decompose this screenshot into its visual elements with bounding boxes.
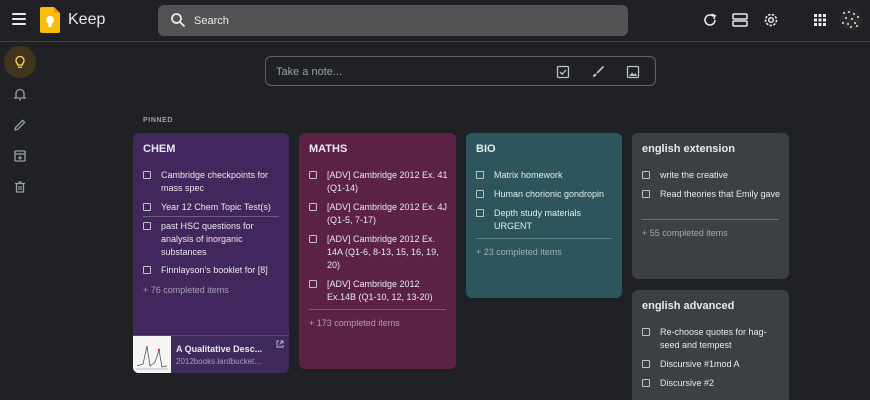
checkbox[interactable] (642, 190, 650, 198)
link-title: A Qualitative Desc... (176, 344, 263, 354)
checklist-item: Discursive #2 (642, 377, 781, 390)
search-input[interactable] (194, 11, 614, 30)
keep-logo-icon[interactable] (40, 7, 60, 33)
take-note-bar[interactable] (265, 56, 656, 86)
checklist-item: [ADV] Cambridge 2012 Ex. 4J (Q1-5, 7-17) (309, 201, 448, 227)
checklist-item-text: [ADV] Cambridge 2012 Ex.14B (Q1-10, 12, … (327, 279, 433, 302)
open-external-icon[interactable] (276, 340, 284, 348)
take-note-input[interactable] (276, 63, 536, 80)
note-title: CHEM (143, 143, 176, 155)
avatar[interactable] (840, 8, 862, 30)
checklist-item: Depth study materials URGENT (476, 207, 614, 233)
divider (642, 219, 779, 220)
checklist-item-text: [ADV] Cambridge 2012 Ex. 14A (Q1-6, 8-13… (327, 234, 439, 270)
checklist-item: past HSC questions for analysis of inorg… (143, 220, 281, 259)
completed-items-count[interactable]: + 173 completed items (309, 318, 400, 328)
sidebar-item-edit-labels[interactable] (4, 109, 36, 141)
checklist-item-text: Human chorionic gondropin (494, 189, 605, 199)
note-maths[interactable]: MATHS [ADV] Cambridge 2012 Ex. 41 (Q1-14… (299, 133, 456, 369)
pinned-section-label: PINNED (143, 117, 174, 124)
checkbox[interactable] (309, 280, 317, 288)
completed-items-count[interactable]: + 23 completed items (476, 247, 562, 257)
settings-icon[interactable] (762, 11, 780, 29)
checklist-item: [ADV] Cambridge 2012 Ex. 14A (Q1-6, 8-13… (309, 233, 448, 272)
checklist-item-text: Year 12 Chem Topic Test(s) (161, 202, 271, 212)
sidebar-item-trash[interactable] (4, 171, 36, 203)
note-english-advanced[interactable]: english advanced Re-choose quotes for ha… (632, 290, 789, 400)
link-preview-card[interactable]: A Qualitative Desc... 2012books.lardbuck… (133, 335, 289, 373)
image-icon[interactable] (626, 65, 640, 79)
checklist-item-text: [ADV] Cambridge 2012 Ex. 41 (Q1-14) (327, 170, 448, 193)
checkbox[interactable] (476, 209, 484, 217)
checklist-item: Year 12 Chem Topic Test(s) (143, 201, 281, 214)
checklist-item: Re-choose quotes for hag-seed and tempes… (642, 326, 781, 352)
checkbox[interactable] (642, 328, 650, 336)
search-bar[interactable] (158, 5, 628, 36)
checkbox[interactable] (143, 266, 151, 274)
checklist-item: Matrix homework (476, 169, 614, 182)
checklist-item: write the creative (642, 169, 781, 182)
checklist-item: Read theories that Emily gave (642, 188, 781, 201)
pencil-icon (14, 119, 26, 131)
checklist-item: [ADV] Cambridge 2012 Ex. 41 (Q1-14) (309, 169, 448, 195)
trash-icon (15, 181, 25, 193)
brush-icon[interactable] (591, 65, 605, 79)
checkbox[interactable] (143, 203, 151, 211)
checklist-item-text: Depth study materials URGENT (494, 208, 582, 231)
checklist-item-text: Cambridge checkpoints for mass spec (161, 170, 269, 193)
checkbox[interactable] (476, 190, 484, 198)
search-icon[interactable] (170, 12, 186, 28)
checklist-item: Human chorionic gondropin (476, 188, 614, 201)
checklist-item-text: Discursive #1mod A (660, 359, 740, 369)
checkbox[interactable] (309, 203, 317, 211)
note-title: BIO (476, 143, 496, 155)
checkbox[interactable] (642, 360, 650, 368)
checklist-item-text: Read theories that Emily gave (660, 189, 781, 199)
app-title[interactable]: Keep (68, 11, 105, 29)
sidebar-item-notes[interactable] (4, 46, 36, 78)
top-bar: Keep (0, 0, 870, 42)
checkbox[interactable] (309, 235, 317, 243)
checklist-item: [ADV] Cambridge 2012 Ex.14B (Q1-10, 12, … (309, 278, 448, 304)
divider (309, 309, 446, 310)
checklist-item-text: past HSC questions for analysis of inorg… (161, 221, 254, 257)
checklist-item: Cambridge checkpoints for mass spec (143, 169, 281, 195)
checklist-item: Discursive #1mod A (642, 358, 781, 371)
note-title: english advanced (642, 300, 735, 312)
divider (143, 216, 279, 217)
completed-items-count[interactable]: + 76 completed items (143, 285, 229, 295)
checkbox[interactable] (642, 379, 650, 387)
note-chem[interactable]: CHEM Cambridge checkpoints for mass spec… (133, 133, 289, 373)
bell-icon (13, 88, 27, 101)
apps-icon[interactable] (811, 11, 829, 29)
divider (476, 238, 612, 239)
note-title: english extension (642, 143, 735, 155)
note-title: MATHS (309, 143, 348, 155)
lightbulb-icon (15, 55, 25, 68)
menu-icon[interactable] (8, 8, 30, 30)
checkbox[interactable] (309, 171, 317, 179)
refresh-icon[interactable] (701, 11, 719, 29)
sidebar-item-archive[interactable] (4, 140, 36, 172)
checklist-item-text: [ADV] Cambridge 2012 Ex. 4J (Q1-5, 7-17) (327, 202, 448, 225)
new-list-checkbox-icon[interactable] (556, 65, 570, 79)
checkbox[interactable] (143, 222, 151, 230)
checklist-item-text: Matrix homework (494, 170, 563, 180)
checklist-item-text: Finnlayson's booklet for [8] (161, 265, 268, 275)
checklist-item-text: Re-choose quotes for hag-seed and tempes… (660, 327, 767, 350)
link-url: 2012books.lardbucket... (176, 357, 261, 366)
checklist-item: Finnlayson's booklet for [8] (143, 264, 281, 277)
checkbox[interactable] (476, 171, 484, 179)
list-view-icon[interactable] (731, 11, 749, 29)
checkbox[interactable] (642, 171, 650, 179)
note-bio[interactable]: BIO Matrix homework Human chorionic gond… (466, 133, 622, 298)
completed-items-count[interactable]: + 55 completed items (642, 228, 728, 238)
checklist-item-text: write the creative (660, 170, 729, 180)
sidebar-item-reminders[interactable] (4, 78, 36, 110)
archive-icon (14, 150, 26, 162)
note-english-extension[interactable]: english extension write the creative Rea… (632, 133, 789, 279)
checkbox[interactable] (143, 171, 151, 179)
checklist-item-text: Discursive #2 (660, 378, 715, 388)
link-thumbnail-image (133, 336, 171, 373)
